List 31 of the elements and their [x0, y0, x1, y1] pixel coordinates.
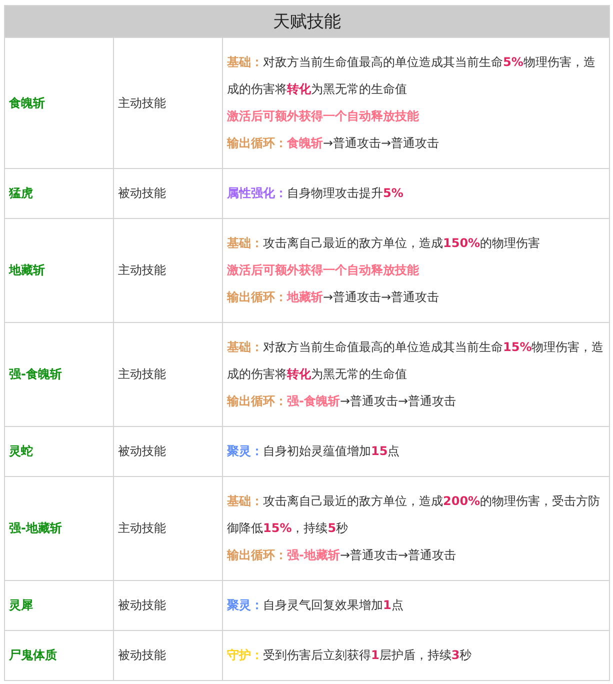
- skill-description: 基础：对敌方当前生命值最高的单位造成其当前生命5%物理伤害，造成的伤害将转化为黑无常的生命值: [227, 54, 596, 98]
- skill-name: 灵蛇: [9, 443, 33, 460]
- skill-description: 基础：攻击离自己最近的敌方单位，造成200%的物理伤害，受击方防御降低15%，持续5秒: [227, 493, 602, 537]
- skill-type: 被动技能: [118, 647, 166, 664]
- skill-description: 基础：对敌方当前生命值最高的单位造成其当前生命15%物理伤害，造成的伤害将转化为黑无常的生命值: [227, 339, 605, 383]
- skill-description: 输出循环：强-地藏斩→普通攻击→普通攻击: [227, 547, 458, 564]
- skill-type: 被动技能: [118, 443, 166, 460]
- skill-description: 聚灵：自身灵气回复效果增加1点: [227, 597, 404, 614]
- skill-description: 输出循环：强-食魄斩→普通攻击→普通攻击: [227, 393, 458, 410]
- skill-description: 基础：攻击离自己最近的敌方单位，造成150%的物理伤害: [227, 235, 542, 252]
- skill-type: 被动技能: [118, 185, 166, 202]
- skill-name: 食魄斩: [9, 94, 45, 112]
- skill-description: 聚灵：自身初始灵蕴值增加15点: [227, 443, 401, 460]
- skill-description: 守护：受到伤害后立刻获得1层护盾，持续3秒: [227, 647, 473, 664]
- skill-type: 被动技能: [118, 597, 166, 614]
- skill-description: 输出循环：地藏斩→普通攻击→普通攻击: [227, 289, 440, 306]
- skill-type: 主动技能: [118, 94, 166, 112]
- skill-type: 主动技能: [118, 366, 166, 383]
- skill-description: 激活后可额外获得一个自动释放技能: [227, 262, 420, 279]
- skill-type: 主动技能: [118, 520, 166, 537]
- skill-name: 尸鬼体质: [9, 647, 57, 664]
- skill-name: 灵犀: [9, 597, 33, 614]
- table-title: 天赋技能: [273, 11, 341, 33]
- skill-name: 猛虎: [9, 185, 33, 202]
- skill-type: 主动技能: [118, 262, 166, 279]
- skill-name: 地藏斩: [9, 262, 45, 279]
- skill-description: 属性强化：自身物理攻击提升5%: [227, 185, 404, 202]
- skill-description: 激活后可额外获得一个自动释放技能: [227, 108, 420, 125]
- skill-name: 强-地藏斩: [9, 520, 62, 537]
- skill-name: 强-食魄斩: [9, 366, 62, 383]
- skill-description: 输出循环：食魄斩→普通攻击→普通攻击: [227, 135, 440, 152]
